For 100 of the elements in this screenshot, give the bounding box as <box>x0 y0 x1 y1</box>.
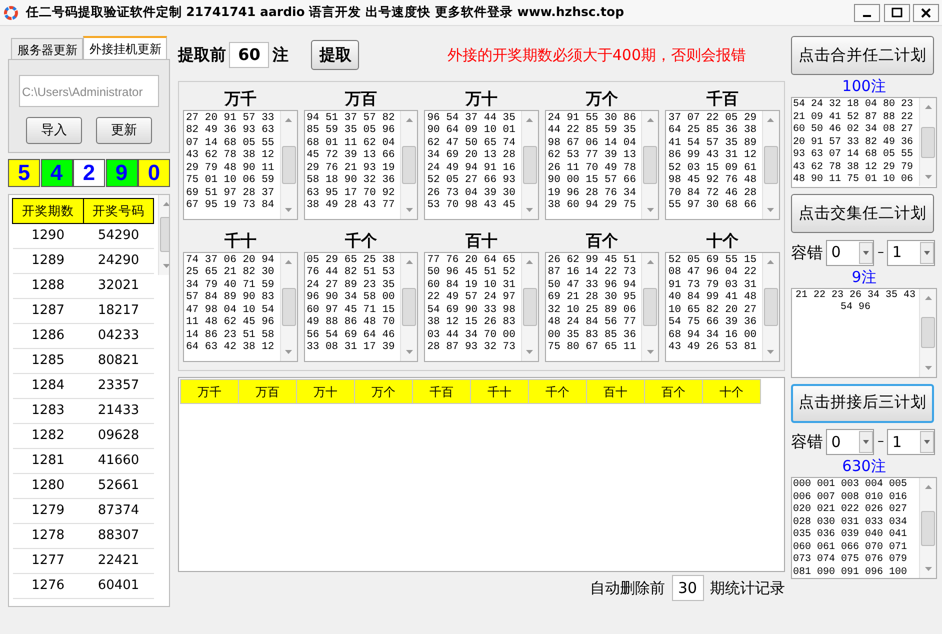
column-header: 开奖号码 <box>83 198 154 224</box>
record-count-field[interactable]: 30 <box>672 575 704 602</box>
position-title: 万千 <box>223 88 258 110</box>
scroll-thumb[interactable] <box>160 217 169 252</box>
table-cell: 1283 <box>12 398 84 424</box>
maximize-icon[interactable] <box>884 4 910 22</box>
scroll-thumb[interactable] <box>643 288 658 326</box>
scrollbar[interactable] <box>919 98 936 186</box>
scrollbar[interactable] <box>762 252 779 360</box>
tolerance-select[interactable]: 1 <box>887 429 936 455</box>
range-dash: – <box>878 433 884 452</box>
scroll-thumb[interactable] <box>921 317 935 348</box>
scroll-thumb[interactable] <box>522 288 537 326</box>
column-header: 万个 <box>354 380 412 404</box>
scrollbar[interactable] <box>400 110 418 218</box>
table-cell: 52661 <box>83 474 154 498</box>
scrollbar[interactable] <box>158 194 169 275</box>
position-title: 万百 <box>344 88 378 110</box>
lottery-digit: 5 <box>8 159 40 188</box>
number-list[interactable]: 37 07 22 05 29 64 25 85 36 38 41 54 57 35 89 86 99 43 31 12 52 03 15 09 61 98 45 92 76 48 70 84 72 46 28 55 97 30 68 66 <box>665 110 780 220</box>
scroll-thumb[interactable] <box>764 146 778 184</box>
position-title: 百个 <box>585 230 620 252</box>
scrollbar[interactable] <box>919 288 936 376</box>
tab[interactable]: 服务器更新 <box>11 38 84 59</box>
column-header: 万十 <box>296 380 354 404</box>
update-button[interactable]: 更新 <box>96 116 152 144</box>
number-list[interactable]: 52 05 69 55 15 08 47 96 04 22 91 73 79 03 31 40 84 99 41 48 10 65 82 20 27 54 75 66 39 36 68 94 34 16 00 43 49 26 53 81 <box>665 252 780 362</box>
intersect-plan-button[interactable]: 点击交集任二计划 <box>791 194 934 233</box>
range-dash: – <box>878 244 884 262</box>
column-header: 千十 <box>470 380 528 404</box>
number-list[interactable]: 94 51 37 57 82 85 59 35 05 96 68 01 11 62 04 45 72 39 13 66 29 76 21 93 19 58 18 90 32 36 63 95 17 70 92 38 49 28 43 77 <box>304 110 418 220</box>
scroll-thumb[interactable] <box>921 126 935 158</box>
minimize-icon[interactable] <box>854 4 880 22</box>
lottery-digit: 2 <box>73 159 105 188</box>
scrollbar[interactable] <box>641 252 658 360</box>
table-cell: 18217 <box>83 298 154 324</box>
number-list[interactable]: 000 001 003 004 005 006 007 008 010 016 020 021 022 026 027 028 030 031 033 034 035 036 039 040 041 060 061 066 070 071 073 074 075 076 079 081 090 091 096 100 <box>791 477 937 579</box>
tolerance-label: 容错 <box>791 431 823 453</box>
lottery-digit: 0 <box>138 159 170 188</box>
number-text: 77 76 20 64 65 50 96 45 51 52 60 84 19 10 31 22 49 57 24 97 54 69 90 33 98 38 12 15 26 83 03 44 34 70 00 28 87 93 32 73 <box>426 252 516 355</box>
extract-button[interactable]: 提取 <box>311 40 360 70</box>
import-button[interactable]: 导入 <box>26 116 82 144</box>
merge-plan-button[interactable]: 点击合并任二计划 <box>791 36 934 75</box>
position-title: 万个 <box>584 88 620 110</box>
number-list[interactable]: 77 76 20 64 65 50 96 45 51 52 60 84 19 10 31 22 49 57 24 97 54 69 90 33 98 38 12 15 26 83 03 44 34 70 00 28 87 93 32 73 <box>424 252 539 362</box>
scrollbar[interactable] <box>919 478 936 578</box>
tolerance-select[interactable]: 0 <box>826 429 874 455</box>
tolerance-label: 容错 <box>791 242 823 264</box>
tolerance-select[interactable]: 1 <box>887 240 936 266</box>
path-field[interactable]: C:\Users\Administrator <box>19 75 159 107</box>
scroll-thumb[interactable] <box>764 288 778 326</box>
table-cell: 1290 <box>12 224 84 248</box>
scrollbar[interactable] <box>641 110 658 218</box>
position-title: 万十 <box>464 88 498 110</box>
table-cell: 1285 <box>12 348 84 374</box>
scroll-thumb[interactable] <box>643 146 658 184</box>
scroll-thumb[interactable] <box>282 146 296 184</box>
caret-icon <box>859 242 874 264</box>
scrollbar[interactable] <box>520 252 538 360</box>
scrollbar[interactable] <box>762 110 779 218</box>
number-list[interactable]: 54 24 32 18 04 80 23 21 09 41 52 87 88 22 60 50 46 02 34 08 27 20 91 57 33 82 49 36 93 63 07 14 68 05 55 43 62 78 38 12 29 79 48 90 11 75 01 10 06 <box>791 97 937 188</box>
table-cell: 1280 <box>12 474 84 498</box>
number-list[interactable]: 27 20 91 57 33 82 49 36 93 63 07 14 68 05 55 43 62 78 38 12 29 79 48 90 11 75 01 10 06 59 69 51 97 28 37 67 95 19 73 84 <box>183 110 298 220</box>
lottery-digit: 4 <box>40 159 72 188</box>
tab[interactable]: 外接挂机更新 <box>83 36 168 59</box>
count-field[interactable]: 60 <box>229 42 270 68</box>
scroll-thumb[interactable] <box>522 146 537 184</box>
scrollbar[interactable] <box>280 252 297 360</box>
scrollbar[interactable] <box>520 110 538 218</box>
splice-plan-button[interactable]: 点击拼接后三计划 <box>791 384 934 422</box>
tolerance-select[interactable]: 0 <box>826 240 874 266</box>
position-title: 十个 <box>706 230 740 252</box>
position-title: 千个 <box>344 230 378 252</box>
scrollbar[interactable] <box>400 252 418 360</box>
number-list[interactable]: 24 91 55 30 86 44 22 85 59 35 98 67 06 14 04 62 53 77 39 13 26 11 70 49 78 90 00 15 57 66 19 96 28 76 34 38 60 94 29 75 <box>544 110 660 220</box>
scroll-thumb[interactable] <box>282 288 296 326</box>
lottery-digit: 9 <box>106 159 138 188</box>
column-header: 千百 <box>412 380 470 404</box>
number-list[interactable]: 05 29 65 25 38 76 44 82 51 53 24 27 89 23 35 96 90 34 58 00 60 97 45 71 15 49 88 86 48 70 56 54 69 64 46 33 08 31 17 39 <box>304 252 418 362</box>
scrollbar[interactable] <box>280 110 297 218</box>
table-cell: 1284 <box>12 374 84 398</box>
caret-icon <box>920 431 934 453</box>
close-icon[interactable] <box>912 4 939 22</box>
column-header: 万百 <box>238 380 296 404</box>
table-cell: 09628 <box>83 424 154 448</box>
table-cell: 41660 <box>83 448 154 474</box>
number-list[interactable]: 21 22 23 26 34 35 43 54 96 <box>791 288 937 378</box>
scroll-thumb[interactable] <box>402 288 416 326</box>
table-cell: 60401 <box>83 574 154 598</box>
number-list[interactable]: 26 62 99 45 51 87 16 14 22 73 50 47 33 96 94 69 21 28 30 95 32 10 25 89 06 48 24 84 56 77 00 35 83 85 36 75 80 67 65 11 <box>544 252 660 362</box>
column-header: 万千 <box>180 380 238 404</box>
scroll-thumb[interactable] <box>921 510 935 546</box>
scroll-thumb[interactable] <box>402 146 416 184</box>
column-header: 百个 <box>644 380 702 404</box>
caret-icon <box>859 431 874 453</box>
number-list[interactable]: 74 37 06 20 94 25 65 21 82 30 34 79 40 71 59 57 84 89 90 83 47 98 04 10 54 11 48 62 45 96 14 86 23 51 58 64 63 42 38 12 <box>183 252 298 362</box>
number-text: 52 05 69 55 15 08 47 96 04 22 91 73 79 03 31 40 84 99 41 48 10 65 82 20 27 54 75 66 39 36 68 94 34 16 00 43 49 26 53 81 <box>667 252 758 355</box>
table-cell: 87374 <box>83 498 154 524</box>
plan-count: 630注 <box>841 456 887 477</box>
number-list[interactable]: 96 54 37 44 35 90 64 09 10 01 62 47 50 65 74 34 69 20 13 28 24 49 94 91 16 52 05 27 66 93 26 73 04 39 30 53 70 98 43 45 <box>424 110 539 220</box>
